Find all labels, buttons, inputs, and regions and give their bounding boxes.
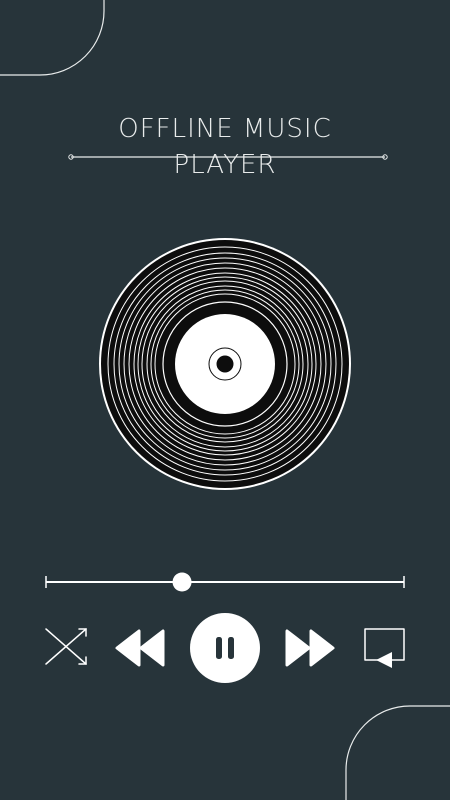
progress-slider[interactable]	[44, 570, 406, 594]
shuffle-icon[interactable]	[44, 626, 90, 668]
title-line-1: OFFLINE MUSIC	[118, 114, 332, 144]
corner-arc-top-left	[0, 0, 105, 76]
app-title: OFFLINE MUSIC PLAYER	[0, 112, 450, 182]
playback-controls	[0, 610, 450, 686]
rewind-icon[interactable]	[114, 628, 166, 668]
title-divider	[68, 154, 388, 160]
play-pause-button[interactable]	[189, 612, 261, 684]
corner-arc-bottom-right	[345, 705, 450, 800]
repeat-icon[interactable]	[362, 626, 408, 670]
fast-forward-icon[interactable]	[284, 628, 336, 668]
vinyl-record-artwork	[99, 238, 351, 490]
progress-handle[interactable]	[172, 572, 192, 592]
